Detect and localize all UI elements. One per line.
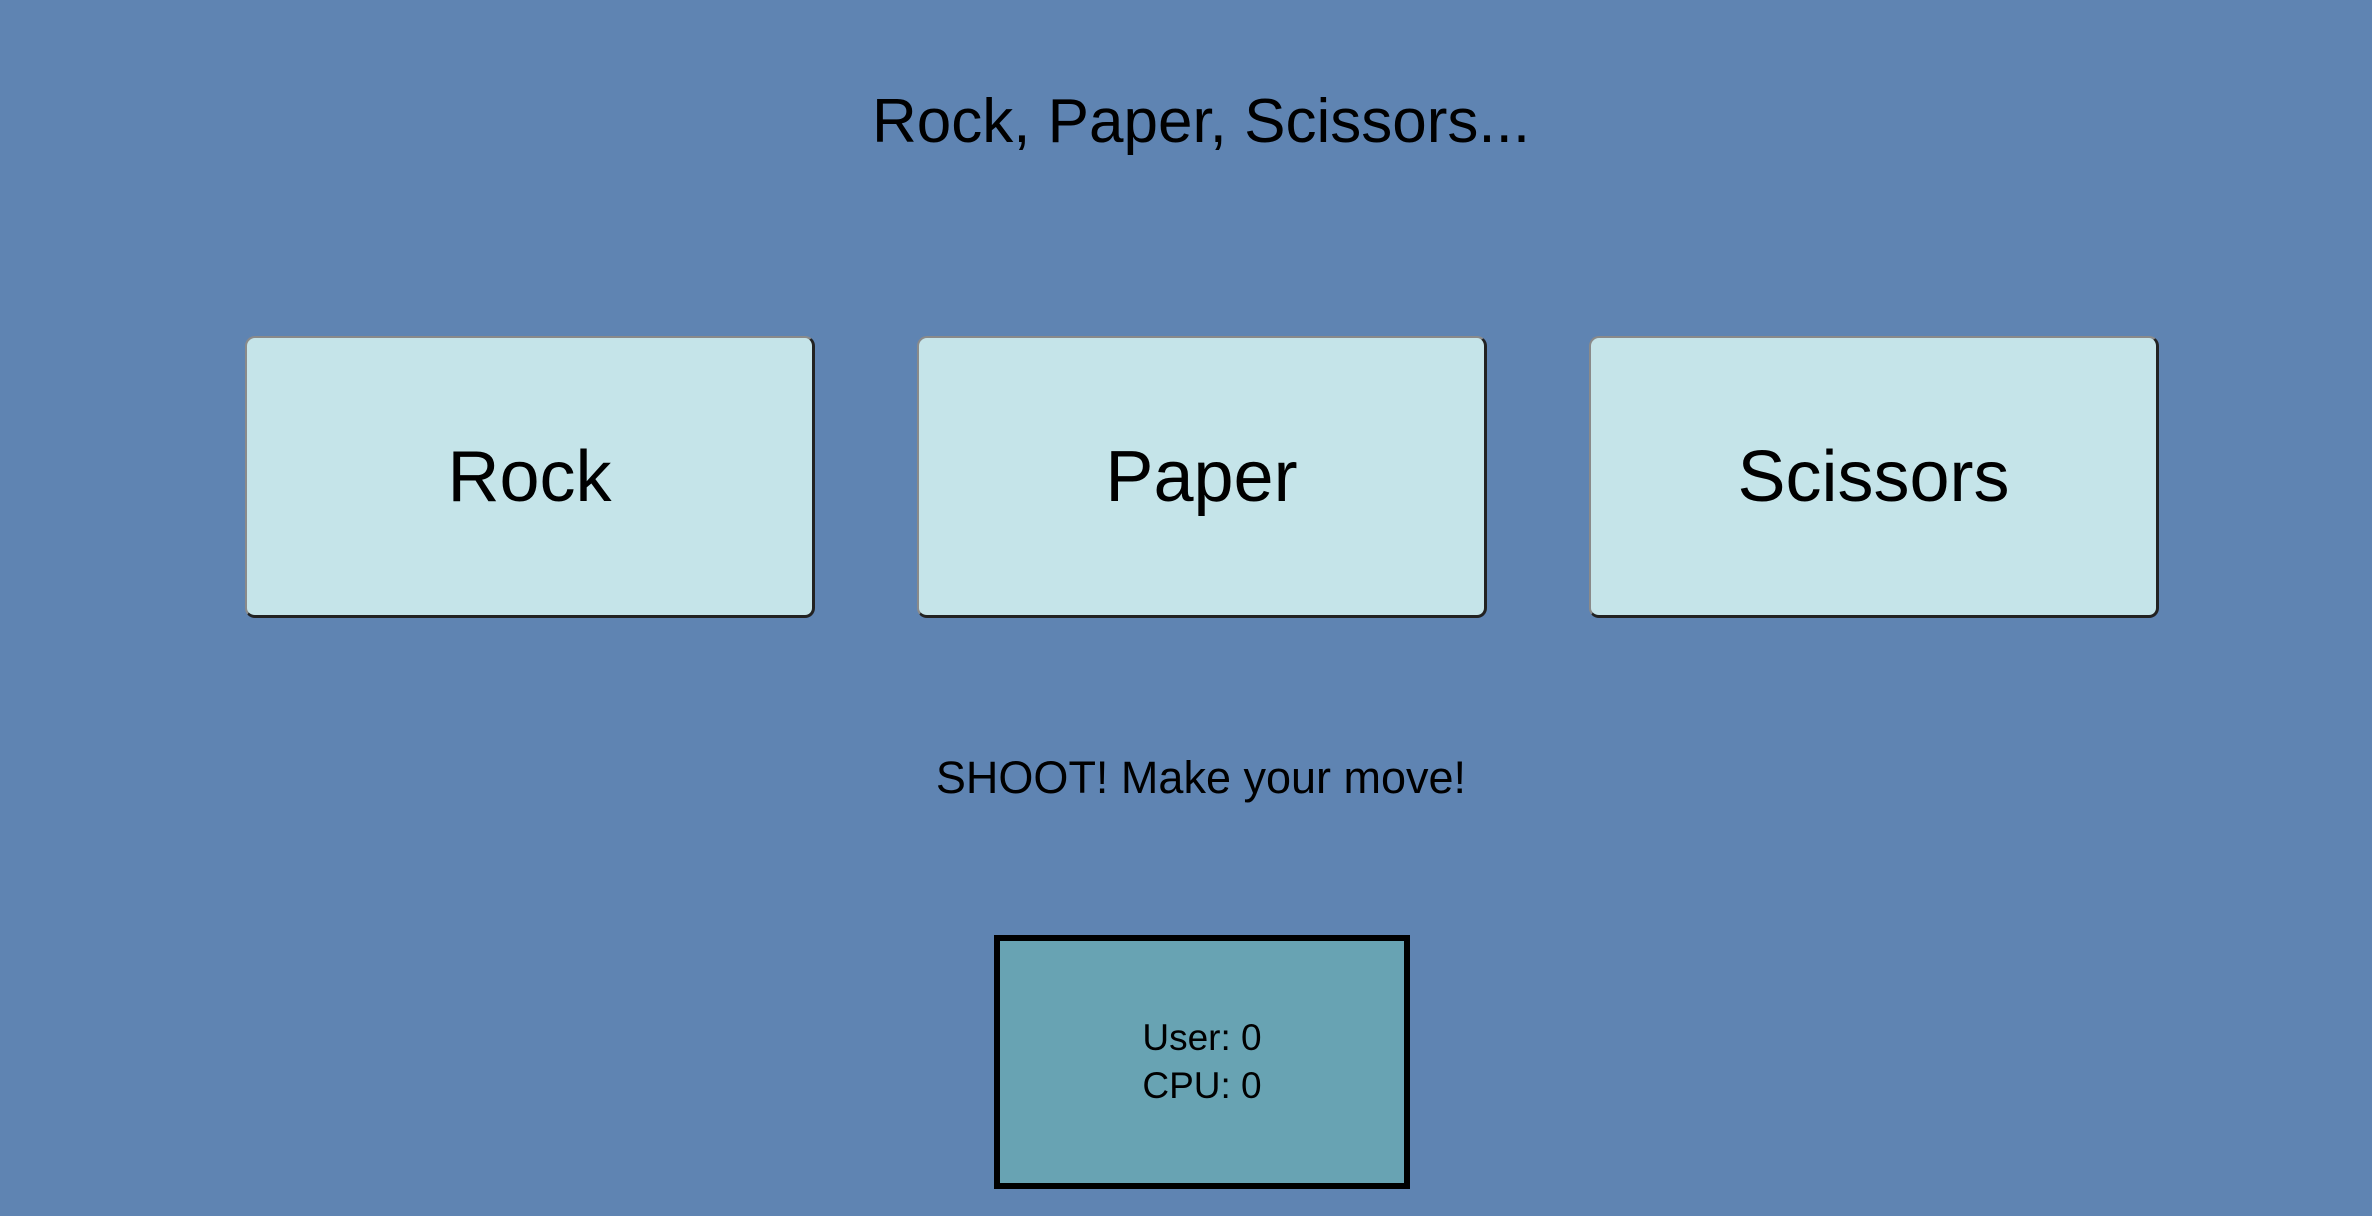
choice-buttons: Rock Paper Scissors <box>0 336 2372 620</box>
rock-button[interactable]: Rock <box>245 336 815 618</box>
cpu-score: CPU: 0 <box>1142 1065 1262 1106</box>
game-title: Rock, Paper, Scissors... <box>871 87 1531 156</box>
status-message: SHOOT! Make your move! <box>935 752 1467 803</box>
scoreboard: User: 0 CPU: 0 <box>994 935 1410 1189</box>
user-score: User: 0 <box>1142 1017 1262 1058</box>
scissors-button[interactable]: Scissors <box>1589 336 2159 618</box>
paper-button[interactable]: Paper <box>917 336 1487 618</box>
